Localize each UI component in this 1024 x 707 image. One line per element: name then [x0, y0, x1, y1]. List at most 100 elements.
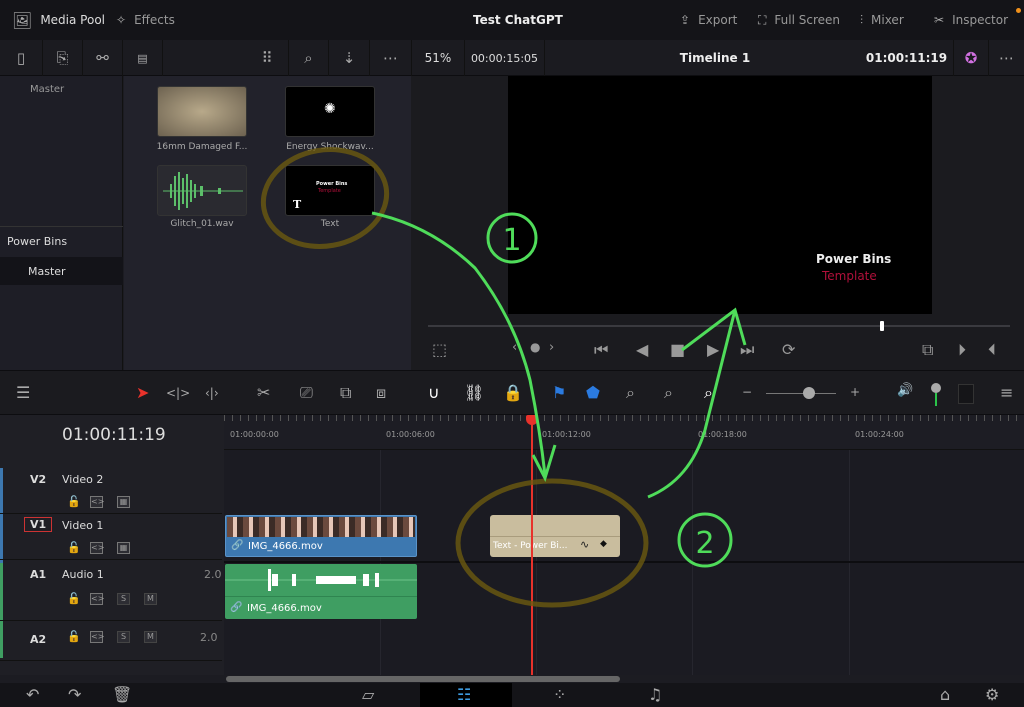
auto-select-icon[interactable]: <> [90, 542, 104, 554]
divider [0, 226, 123, 227]
color-effects-button[interactable]: ✪ [954, 40, 989, 76]
relink-button[interactable]: ⚯ [83, 40, 123, 76]
match-frame-icon[interactable]: ⧉ [922, 340, 933, 360]
flag-icon[interactable]: ⚑ [552, 383, 566, 402]
mixer-button[interactable]: ⫶ Mixer [860, 13, 904, 28]
text-clip[interactable]: Text - Power Bi... ∿ ◆ [490, 515, 620, 557]
trim-tool-icon[interactable]: <|> [166, 386, 190, 400]
power-bin-master[interactable]: Master [0, 257, 123, 285]
position-lock-icon[interactable]: 🔒 [503, 383, 523, 402]
clip-thumb-shockwave[interactable]: ✺ [285, 86, 375, 137]
inspector-button[interactable]: ✂ Inspector [934, 13, 1008, 27]
timeline-scrollbar[interactable] [226, 676, 620, 682]
toggle-bins-button[interactable]: ▯ [0, 40, 43, 76]
secondary-toolbar: ▯ ⎘ ⚯ ▤ ⠿ ⌕ ⇣ ⋯ 51% 00:00:15:05 Timeline… [0, 40, 1024, 76]
zoom-full-icon[interactable]: ⌕ [626, 383, 635, 403]
go-to-end-icon[interactable]: ⏭ [740, 340, 754, 360]
play-icon[interactable]: ▶ [707, 340, 719, 359]
sort-button[interactable]: ⇣ [329, 40, 370, 76]
scrub-handle[interactable] [879, 321, 884, 331]
auto-select-icon[interactable]: <> [90, 631, 104, 643]
clip-thumb-16mm[interactable] [157, 86, 247, 137]
home-icon[interactable]: ⌂ [940, 685, 950, 704]
zoom-level-select[interactable]: 51% [412, 40, 465, 76]
zoom-in-icon[interactable]: + [850, 385, 860, 399]
film-icon[interactable]: ▦ [117, 542, 130, 554]
dynamic-trim-icon[interactable]: ‹|› [205, 386, 219, 400]
edit-page-tab[interactable]: ☷ [420, 683, 512, 707]
auto-select-icon[interactable]: <> [90, 496, 104, 508]
viewer-more-button[interactable]: ⋯ [989, 40, 1024, 76]
loop-icon[interactable]: ⟳ [782, 340, 795, 359]
track-name[interactable]: Video 1 [62, 519, 103, 532]
prev-frame-icon[interactable]: ‹ [512, 340, 517, 355]
undo-icon[interactable]: ↶ [26, 685, 39, 704]
mute-button[interactable]: M [144, 593, 157, 605]
auto-select-icon[interactable]: <> [90, 593, 104, 605]
lock-icon[interactable]: 🔓 [67, 630, 81, 643]
track-name[interactable]: Audio 1 [62, 568, 104, 581]
zoom-slider[interactable] [766, 393, 836, 394]
solo-button[interactable]: S [117, 631, 130, 643]
fairlight-page-icon[interactable]: ♫ [648, 685, 662, 704]
track-id[interactable]: V1 [24, 517, 53, 532]
next-frame-icon[interactable]: › [549, 340, 554, 355]
cut-page-icon[interactable]: ▱ [362, 685, 374, 704]
video-clip[interactable]: 🔗 IMG_4666.mov [225, 515, 417, 557]
redo-icon[interactable]: ↷ [68, 685, 81, 704]
play-reverse-icon[interactable]: ◀ [636, 340, 648, 359]
insert-clip-icon[interactable]: ⎚ [300, 383, 313, 403]
timeline-view-icon[interactable]: ☰ [16, 383, 30, 402]
timeline-tracks[interactable]: 🔗 IMG_4666.mov Text - Power Bi... ∿ ◆ 🔗 … [224, 450, 1024, 682]
full-screen-button[interactable]: ⛶ Full Screen [758, 13, 840, 28]
mark-dot-icon[interactable]: ● [530, 340, 540, 354]
timeline-select[interactable]: Timeline 1 [640, 40, 790, 76]
viewer-canvas[interactable]: Power Bins Template [508, 76, 932, 314]
lock-icon[interactable]: 🔓 [67, 541, 81, 554]
blade-tool-icon[interactable]: ✂ [257, 383, 270, 402]
channel-format: 2.0 [204, 568, 222, 581]
overwrite-clip-icon[interactable]: ⧉ [340, 383, 351, 403]
playhead[interactable] [531, 415, 533, 675]
clip-thumb-text[interactable]: Power Bins Template T [285, 165, 375, 216]
grid-view-button[interactable]: ⠿ [246, 40, 289, 76]
export-button[interactable]: ⇪ Export [680, 13, 737, 27]
select-tool-icon[interactable]: ➤ [136, 383, 149, 402]
mute-button[interactable]: M [144, 631, 157, 643]
import-button[interactable]: ⎘ [43, 40, 83, 76]
audio-clip[interactable]: 🔗 IMG_4666.mov [225, 564, 417, 619]
marker-icon[interactable]: ⬟ [586, 383, 600, 402]
transform-icon[interactable]: ⬚ [432, 340, 447, 359]
go-to-start-icon[interactable]: ⏮ [594, 340, 608, 360]
search-button[interactable]: ⌕ [289, 40, 329, 76]
clip-thumb-glitch[interactable] [157, 165, 247, 216]
bin-master[interactable]: Master [30, 84, 64, 95]
trash-icon[interactable]: 🗑 [112, 685, 132, 704]
fusion-page-icon[interactable]: ⁘ [553, 685, 566, 704]
effects-button[interactable]: ✧ Effects [116, 13, 175, 27]
speaker-icon[interactable]: 🔊 [897, 383, 913, 398]
zoom-slider-handle[interactable] [803, 387, 815, 399]
settings-icon[interactable]: ⚙ [985, 685, 999, 704]
zoom-detail-icon[interactable]: ⌕ [664, 383, 673, 403]
volume-knob[interactable] [931, 383, 941, 393]
snapping-icon[interactable]: ∪ [428, 383, 440, 402]
more-options-button[interactable]: ⋯ [370, 40, 412, 76]
solo-button[interactable]: S [117, 593, 130, 605]
mark-in-icon[interactable]: ⏴ [988, 340, 996, 360]
timeline-ruler[interactable]: 01:00:00:00 01:00:06:00 01:00:12:00 01:0… [224, 415, 1024, 450]
lock-icon[interactable]: 🔓 [67, 592, 81, 605]
film-icon[interactable]: ▦ [117, 496, 130, 508]
track-name[interactable]: Video 2 [62, 473, 103, 486]
scrub-bar[interactable] [428, 325, 1010, 327]
mark-out-icon[interactable]: ⏵ [958, 340, 966, 360]
media-pool-button[interactable]: 🖼 Media Pool [12, 11, 105, 30]
menu-icon[interactable]: ≡ [1000, 383, 1013, 402]
replace-clip-icon[interactable]: ⧈ [376, 383, 386, 403]
zoom-custom-icon[interactable]: ⌕ [704, 383, 713, 403]
zoom-out-icon[interactable]: − [742, 385, 752, 399]
lock-icon[interactable]: 🔓 [67, 495, 81, 508]
linked-selection-icon[interactable]: ⛓ [464, 383, 484, 402]
stop-icon[interactable]: ■ [670, 340, 685, 359]
metadata-button[interactable]: ▤ [123, 40, 163, 76]
